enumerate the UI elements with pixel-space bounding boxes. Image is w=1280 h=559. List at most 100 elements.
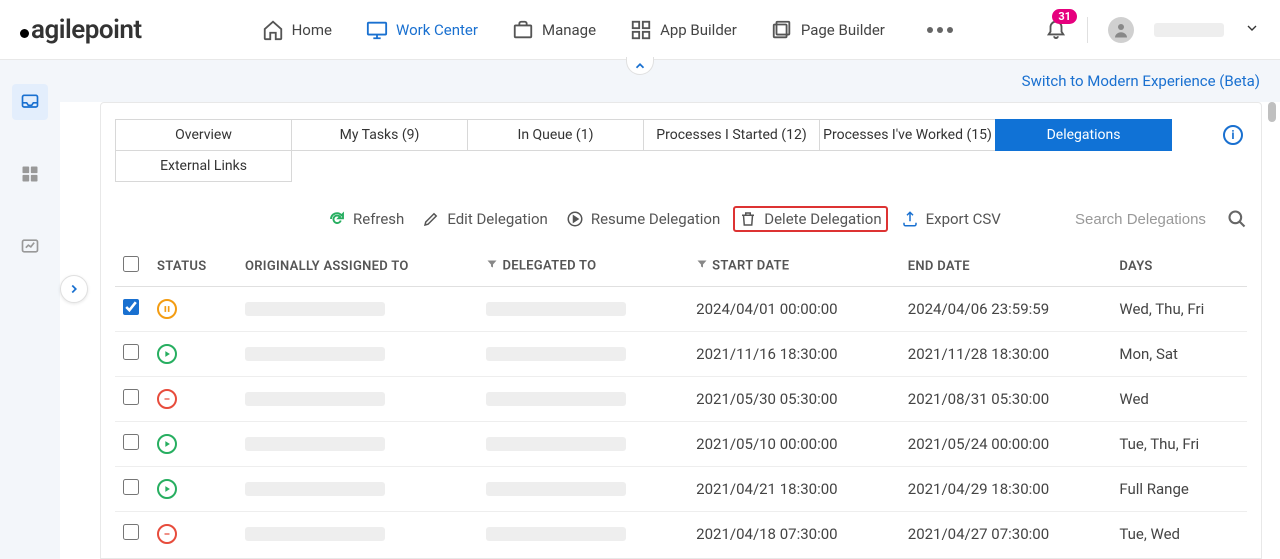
edit-delegation-button[interactable]: Edit Delegation <box>417 206 553 232</box>
tab-external-links[interactable]: External Links <box>115 150 292 182</box>
cell-status <box>149 287 237 332</box>
tabs-row1: Overview My Tasks (9) In Queue (1) Proce… <box>115 119 1247 151</box>
cell-start: 2021/04/21 18:30:00 <box>688 467 900 512</box>
nav-app-builder[interactable]: App Builder <box>630 19 737 41</box>
tab-processes-started[interactable]: Processes I Started (12) <box>643 119 820 151</box>
info-icon: i <box>1231 128 1234 142</box>
col-originally[interactable]: ORIGINALLY ASSIGNED TO <box>237 246 478 287</box>
status-play-icon <box>157 344 177 364</box>
cell-delegated <box>478 332 688 377</box>
rail-inbox[interactable] <box>12 84 48 120</box>
col-end[interactable]: END DATE <box>900 246 1112 287</box>
divider <box>1087 17 1088 43</box>
nav-app-builder-label: App Builder <box>660 21 737 39</box>
cell-end: 2021/05/24 00:00:00 <box>900 422 1112 467</box>
search-icon[interactable] <box>1227 209 1247 229</box>
nav-home-label: Home <box>292 21 332 39</box>
cell-originally <box>237 512 478 557</box>
tab-delegations[interactable]: Delegations <box>995 119 1172 151</box>
col-delegated[interactable]: DELEGATED TO <box>478 246 688 287</box>
delete-label: Delete Delegation <box>764 210 881 228</box>
row-checkbox[interactable] <box>123 389 139 405</box>
left-rail <box>0 60 60 559</box>
info-button[interactable]: i <box>1223 125 1243 145</box>
grid-icon <box>630 19 652 41</box>
col-start[interactable]: START DATE <box>688 246 900 287</box>
table-row[interactable]: 2021/04/21 18:30:002021/04/29 18:30:00Fu… <box>115 467 1247 512</box>
cell-days: Mon, Sat <box>1111 332 1247 377</box>
table-row[interactable]: 2021/04/18 07:30:002021/04/27 07:30:00Tu… <box>115 512 1247 557</box>
cell-delegated <box>478 377 688 422</box>
cell-delegated <box>478 467 688 512</box>
cell-start: 2021/11/16 18:30:00 <box>688 332 900 377</box>
top-right: 31 <box>1045 17 1260 43</box>
main-panel: i Overview My Tasks (9) In Queue (1) Pro… <box>100 102 1262 559</box>
cell-days: Tue, Wed <box>1111 512 1247 557</box>
tab-overview[interactable]: Overview <box>115 119 292 151</box>
cell-originally <box>237 467 478 512</box>
table-row[interactable]: 2021/05/30 05:30:002021/08/31 05:30:00We… <box>115 377 1247 422</box>
home-icon <box>262 19 284 41</box>
resume-label: Resume Delegation <box>591 210 720 228</box>
layers-icon <box>771 19 793 41</box>
row-checkbox[interactable] <box>123 344 139 360</box>
apps-icon <box>20 164 40 184</box>
cell-delegated <box>478 512 688 557</box>
tab-in-queue[interactable]: In Queue (1) <box>467 119 644 151</box>
tab-my-tasks[interactable]: My Tasks (9) <box>291 119 468 151</box>
col-days[interactable]: DAYS <box>1111 246 1247 287</box>
tab-processes-worked[interactable]: Processes I've Worked (15) <box>819 119 996 151</box>
cell-originally <box>237 287 478 332</box>
cell-days: Tue, Thu, Fri <box>1111 422 1247 467</box>
status-pause-icon <box>157 299 177 319</box>
user-icon <box>1112 21 1130 39</box>
cell-days: Wed <box>1111 377 1247 422</box>
row-checkbox[interactable] <box>123 299 139 315</box>
col-status[interactable]: STATUS <box>149 246 237 287</box>
chart-icon <box>20 236 40 256</box>
notifications-button[interactable]: 31 <box>1045 17 1067 43</box>
rail-analytics[interactable] <box>12 228 48 264</box>
table-row[interactable]: 2021/05/10 00:00:002021/05/24 00:00:00Tu… <box>115 422 1247 467</box>
tabs-row2: External Links <box>115 150 1247 182</box>
pencil-icon <box>422 210 440 228</box>
rail-apps[interactable] <box>12 156 48 192</box>
cell-start: 2021/04/18 07:30:00 <box>688 512 900 557</box>
select-all-checkbox[interactable] <box>123 256 139 272</box>
nav-manage[interactable]: Manage <box>512 19 596 41</box>
nav-work-center[interactable]: Work Center <box>366 19 478 41</box>
cell-originally <box>237 377 478 422</box>
cell-end: 2024/04/06 23:59:59 <box>900 287 1112 332</box>
filter-icon <box>486 258 498 274</box>
logo-text: agilepoint <box>31 15 142 45</box>
row-checkbox[interactable] <box>123 479 139 495</box>
nav-items: Home Work Center Manage App Builder Page… <box>262 19 1045 41</box>
export-csv-button[interactable]: Export CSV <box>896 206 1006 232</box>
search-input[interactable] <box>1075 211 1215 228</box>
avatar[interactable] <box>1108 17 1134 43</box>
row-checkbox[interactable] <box>123 524 139 540</box>
cell-originally <box>237 332 478 377</box>
nav-more-icon[interactable] <box>927 27 953 33</box>
expand-rail-button[interactable] <box>60 275 88 303</box>
refresh-button[interactable]: Refresh <box>323 206 409 232</box>
nav-page-builder[interactable]: Page Builder <box>771 19 885 41</box>
cell-days: Full Range <box>1111 467 1247 512</box>
scrollbar-thumb[interactable] <box>1268 102 1276 122</box>
nav-work-center-label: Work Center <box>396 21 478 39</box>
cell-status <box>149 377 237 422</box>
resume-delegation-button[interactable]: Resume Delegation <box>561 206 725 232</box>
notification-badge: 31 <box>1052 9 1077 24</box>
nav-home[interactable]: Home <box>262 19 332 41</box>
row-checkbox[interactable] <box>123 434 139 450</box>
user-menu-chevron-icon[interactable] <box>1244 20 1260 40</box>
logo[interactable]: agilepoint <box>20 15 142 45</box>
delete-delegation-button[interactable]: Delete Delegation <box>733 206 887 232</box>
table-row[interactable]: 2024/04/01 00:00:002024/04/06 23:59:59We… <box>115 287 1247 332</box>
status-stop-icon <box>157 389 177 409</box>
logo-dot-icon <box>20 29 29 38</box>
switch-experience-link[interactable]: Switch to Modern Experience (Beta) <box>1022 72 1260 90</box>
col-start-label: START DATE <box>712 258 789 273</box>
briefcase-icon <box>512 19 534 41</box>
table-row[interactable]: 2021/11/16 18:30:002021/11/28 18:30:00Mo… <box>115 332 1247 377</box>
